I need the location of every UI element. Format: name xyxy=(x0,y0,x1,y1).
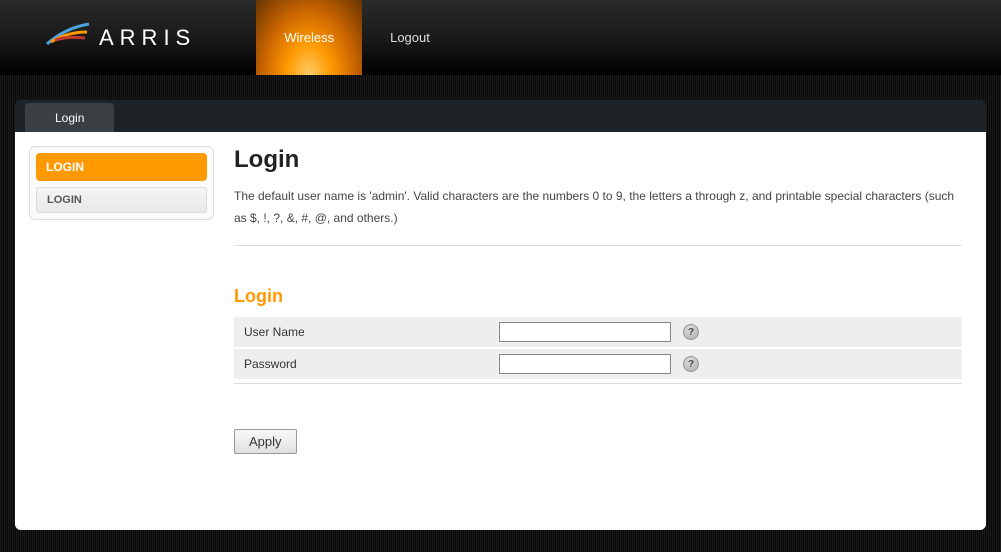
username-input[interactable] xyxy=(499,322,671,342)
sidebar-header: LOGIN xyxy=(36,153,207,181)
username-label: User Name xyxy=(244,325,499,339)
login-form: User Name ? Password ? xyxy=(234,317,962,384)
arris-swoosh-icon xyxy=(45,18,93,48)
apply-button[interactable]: Apply xyxy=(234,429,297,454)
sidebar-item-login[interactable]: LOGIN xyxy=(36,187,207,213)
page-title: Login xyxy=(234,146,962,174)
username-row: User Name ? xyxy=(234,317,962,347)
password-label: Password xyxy=(244,357,499,371)
main-container: Login LOGIN LOGIN Login The default user… xyxy=(15,100,986,530)
top-nav: Wireless Logout xyxy=(256,0,458,75)
brand-logo: ARRIS xyxy=(45,25,196,51)
tab-bar: Login xyxy=(15,100,986,132)
tab-login[interactable]: Login xyxy=(25,103,114,132)
nav-logout[interactable]: Logout xyxy=(362,0,458,75)
top-header: ARRIS Wireless Logout xyxy=(0,0,1001,75)
page-description: The default user name is 'admin'. Valid … xyxy=(234,186,962,246)
sidebar-box: LOGIN LOGIN xyxy=(29,146,214,220)
brand-text: ARRIS xyxy=(99,25,196,51)
content-wrap: LOGIN LOGIN Login The default user name … xyxy=(15,132,986,530)
sidebar: LOGIN LOGIN xyxy=(29,146,214,516)
help-icon[interactable]: ? xyxy=(683,356,699,372)
nav-wireless[interactable]: Wireless xyxy=(256,0,362,75)
main-content: Login The default user name is 'admin'. … xyxy=(234,146,972,516)
help-icon[interactable]: ? xyxy=(683,324,699,340)
form-section-title: Login xyxy=(234,286,962,307)
password-row: Password ? xyxy=(234,349,962,379)
password-input[interactable] xyxy=(499,354,671,374)
